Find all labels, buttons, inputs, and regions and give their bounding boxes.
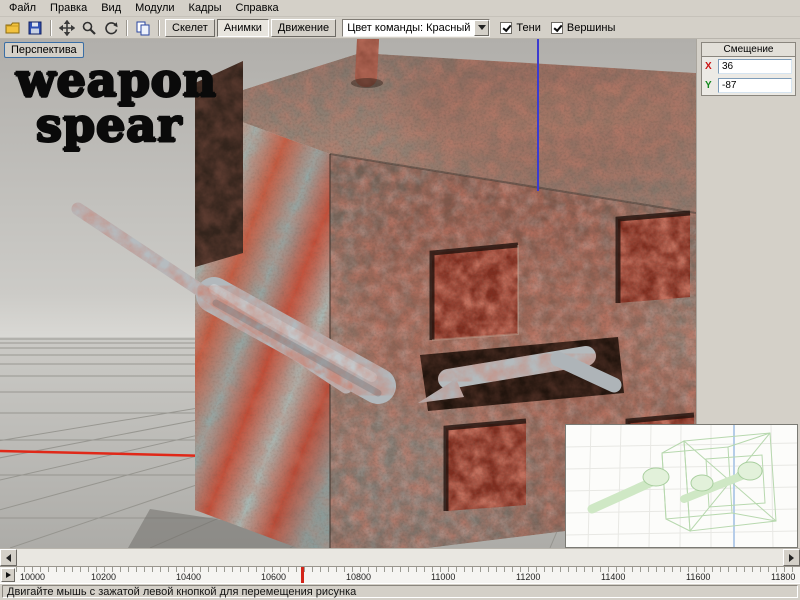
- offset-panel-title: Смещение: [702, 43, 795, 57]
- zoom-tool-button[interactable]: [79, 18, 99, 37]
- status-text: Двигайте мышь с зажатой левой кнопкой дл…: [7, 585, 357, 598]
- horizontal-scrollbar[interactable]: [0, 548, 800, 566]
- vertices-checkbox-label: Вершины: [566, 21, 616, 34]
- overlay-title-line2: spear: [36, 98, 183, 153]
- vertices-checkbox[interactable]: Вершины: [550, 21, 616, 34]
- menu-frames[interactable]: Кадры: [182, 1, 229, 15]
- overlay-title-line1: weapon: [16, 53, 217, 107]
- scroll-right-button[interactable]: [783, 549, 800, 566]
- rotate-icon: [103, 20, 119, 36]
- offset-y-input[interactable]: -87: [718, 78, 792, 93]
- offset-x-input[interactable]: 36: [718, 59, 792, 74]
- copy-button[interactable]: [133, 18, 153, 37]
- toolbar-separator: [158, 19, 160, 36]
- copy-pages-icon: [135, 20, 151, 36]
- timeline-ruler[interactable]: 10000 10200 10400 10600 10800 11000 1120…: [0, 566, 800, 583]
- team-color-combobox[interactable]: Цвет команды: Красный: [342, 18, 491, 37]
- offset-panel: Смещение X 36 Y -87: [701, 42, 796, 96]
- chevron-down-icon: [477, 25, 486, 30]
- open-button[interactable]: [3, 18, 23, 37]
- shadows-checkbox-box[interactable]: [500, 21, 513, 34]
- ruler-tick: 11400: [601, 572, 626, 582]
- timeline-position-marker[interactable]: [301, 567, 304, 583]
- pan-tool-button[interactable]: [57, 18, 77, 37]
- status-bar: Двигайте мышь с зажатой левой кнопкой дл…: [0, 583, 800, 600]
- axis-y-label: Y: [705, 80, 712, 91]
- menu-file[interactable]: Файл: [2, 1, 43, 15]
- save-floppy-icon: [27, 20, 43, 36]
- ruler-tick: 10800: [346, 572, 372, 582]
- menu-view[interactable]: Вид: [94, 1, 128, 15]
- shadows-checkbox[interactable]: Тени: [500, 21, 541, 34]
- rotate-tool-button[interactable]: [101, 18, 121, 37]
- skeleton-mode-button[interactable]: Скелет: [165, 18, 215, 37]
- movement-mode-button[interactable]: Движение: [270, 18, 337, 37]
- toolbar-separator: [50, 19, 52, 36]
- play-icon: [5, 572, 11, 578]
- menu-help[interactable]: Справка: [229, 1, 286, 15]
- ruler-tick: 10000: [20, 572, 46, 582]
- ruler-tick: 11800: [771, 572, 796, 582]
- arrow-left-icon: [6, 553, 11, 562]
- offset-row-y: Y -87: [702, 76, 795, 95]
- open-folder-icon: [5, 20, 21, 36]
- team-color-value: Цвет команды: Красный: [347, 21, 471, 34]
- shadows-checkbox-label: Тени: [516, 21, 541, 34]
- menu-modules[interactable]: Модули: [128, 1, 181, 15]
- menu-bar: Файл Правка Вид Модули Кадры Справка: [0, 0, 800, 17]
- arrow-right-icon: [789, 553, 794, 562]
- axis-x-label: X: [705, 61, 712, 72]
- save-button[interactable]: [25, 18, 45, 37]
- ruler-tick: 11000: [431, 572, 456, 582]
- scroll-left-button[interactable]: [0, 549, 17, 566]
- ruler-tick: 10600: [261, 572, 287, 582]
- perspective-view-button[interactable]: Перспектива: [4, 42, 84, 58]
- menu-edit[interactable]: Правка: [43, 1, 94, 15]
- ruler-tickmarks: [16, 567, 800, 572]
- zoom-magnifier-icon: [81, 20, 97, 36]
- ruler-tick: 10400: [176, 572, 202, 582]
- scrollbar-track[interactable]: [17, 549, 783, 566]
- animations-mode-button[interactable]: Анимки: [216, 18, 269, 37]
- play-button[interactable]: [1, 568, 15, 582]
- pan-arrows-icon: [59, 19, 75, 36]
- ruler-tick: 10200: [91, 572, 117, 582]
- ruler-tick: 11600: [686, 572, 711, 582]
- offset-row-x: X 36: [702, 57, 795, 76]
- wireframe-preview-window[interactable]: [565, 424, 798, 548]
- toolbar-separator: [126, 19, 128, 36]
- overlay-title: weapon spear: [16, 53, 217, 153]
- vertices-checkbox-box[interactable]: [550, 21, 563, 34]
- combobox-dropdown-button[interactable]: [474, 19, 490, 36]
- ruler-tick: 11200: [516, 572, 541, 582]
- toolbar: Скелет Анимки Движение Цвет команды: Кра…: [0, 17, 800, 39]
